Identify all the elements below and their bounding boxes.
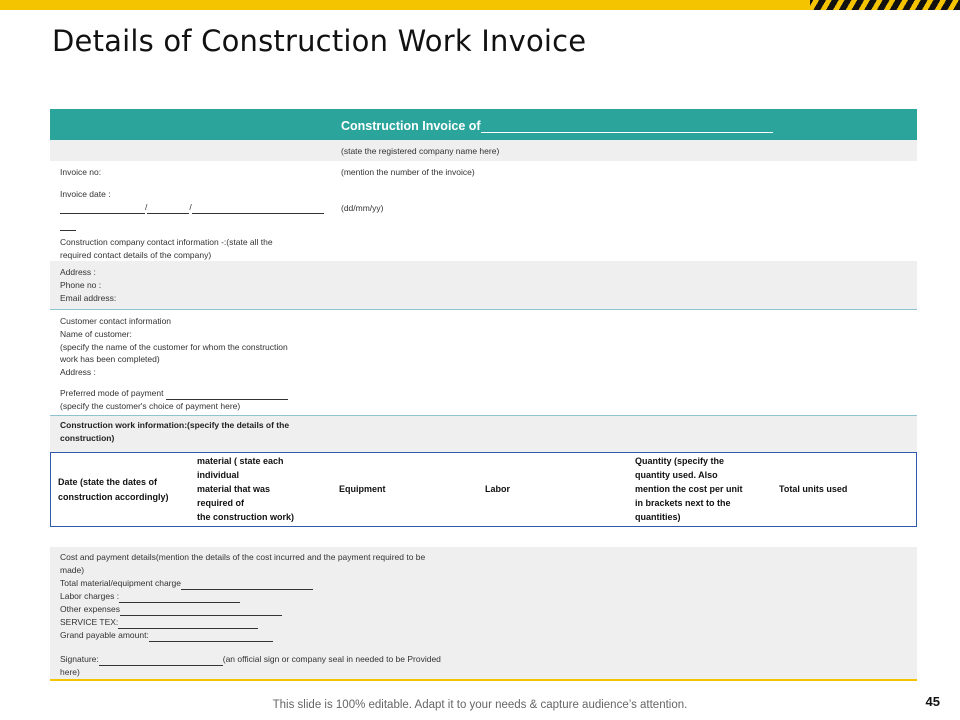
- labor-charges-row: Labor charges :: [60, 590, 241, 603]
- col-quantity-line5: quantities): [635, 512, 681, 522]
- col-material-line4: required of: [197, 498, 245, 508]
- signature-blank: [98, 656, 223, 666]
- date-day-blank: [60, 204, 145, 214]
- hazard-stripes-decoration: [810, 0, 960, 10]
- company-name-hint-row: (state the registered company name here): [50, 140, 917, 161]
- construction-work-table-header: Date (state the dates of construction ac…: [50, 452, 917, 527]
- material-charge-label: Total material/equipment charge: [60, 578, 181, 588]
- invoice-header-title: Construction Invoice of: [341, 119, 773, 133]
- service-tex-row: SERVICE TEX:: [60, 616, 259, 629]
- col-labor: Labor: [485, 484, 511, 494]
- page-title: Details of Construction Work Invoice: [52, 24, 587, 58]
- payment-mode-row: Preferred mode of payment: [60, 387, 288, 400]
- invoice-date-blank: / /: [60, 201, 324, 214]
- labor-charges-label: Labor charges :: [60, 591, 120, 601]
- construction-info-line1: Construction work information:(specify t…: [60, 420, 290, 430]
- col-material-line3: material that was: [197, 484, 271, 494]
- col-quantity-line1: Quantity (specify the: [635, 456, 725, 466]
- customer-contact-section: Customer contact information Name of cus…: [50, 309, 917, 416]
- invoice-header-label: Construction Invoice of: [341, 119, 481, 133]
- date-blank-continuation: [60, 218, 76, 231]
- address-label: Address :: [60, 267, 96, 277]
- col-total-units: Total units used: [779, 484, 848, 494]
- cost-payment-section: Cost and payment details(mention the det…: [50, 547, 917, 681]
- service-tex-blank: [118, 619, 259, 629]
- customer-address-label: Address :: [60, 367, 96, 377]
- col-material-line2: individual: [197, 470, 240, 480]
- invoice-header-bar: Construction Invoice of: [50, 109, 917, 140]
- payment-mode-label: Preferred mode of payment: [60, 388, 164, 398]
- date-blank-tail: [60, 221, 76, 231]
- material-charge-row: Total material/equipment charge: [60, 577, 313, 590]
- col-material-line1: material ( state each: [197, 456, 284, 466]
- grand-payable-blank: [148, 632, 273, 642]
- signature-row: Signature: (an official sign or company s…: [60, 653, 441, 666]
- service-tex-label: SERVICE TEX:: [60, 617, 119, 627]
- col-date-line2: construction accordingly): [58, 492, 169, 502]
- email-label: Email address:: [60, 293, 117, 303]
- col-date-line1: Date (state the dates of: [58, 477, 158, 487]
- invoice-form: Construction Invoice of (state the regis…: [50, 109, 917, 681]
- company-address-section: Address : Phone no : Email address:: [50, 261, 917, 309]
- grand-payable-row: Grand payable amount:: [60, 629, 273, 642]
- signature-hint-line2: here): [60, 667, 80, 677]
- construction-info-line2: construction): [60, 433, 115, 443]
- col-equipment: Equipment: [339, 484, 386, 494]
- company-name-hint: (state the registered company name here): [341, 146, 500, 156]
- customer-info-heading: Customer contact information: [60, 316, 172, 326]
- company-contact-line1: Construction company contact information…: [60, 237, 273, 247]
- signature-hint: (an official sign or company seal in nee…: [222, 654, 441, 664]
- signature-label: Signature:: [60, 654, 99, 664]
- col-quantity-line4: in brackets next to the: [635, 498, 731, 508]
- company-name-blank: [480, 121, 773, 133]
- labor-charges-blank: [119, 593, 241, 603]
- other-expenses-row: Other expenses: [60, 603, 283, 616]
- page-number: 45: [925, 694, 940, 709]
- invoice-no-hint: (mention the number of the invoice): [341, 167, 475, 177]
- footer-note: This slide is 100% editable. Adapt it to…: [272, 699, 688, 711]
- invoice-no-label: Invoice no:: [60, 167, 102, 177]
- phone-label: Phone no :: [60, 280, 102, 290]
- customer-name-label: Name of customer:: [60, 329, 132, 339]
- grand-payable-label: Grand payable amount:: [60, 630, 149, 640]
- cost-details-line1: Cost and payment details(mention the det…: [60, 552, 426, 562]
- col-material-line5: the construction work): [197, 512, 295, 522]
- invoice-details-section: Invoice no: (mention the number of the i…: [50, 161, 917, 261]
- other-expenses-label: Other expenses: [60, 604, 121, 614]
- material-charge-blank: [180, 580, 313, 590]
- cost-details-line2: made): [60, 565, 85, 575]
- customer-hint-line2: work has been completed): [60, 354, 160, 364]
- col-quantity-line2: quantity used. Also: [635, 470, 718, 480]
- payment-mode-blank: [165, 390, 288, 400]
- construction-info-section: Construction work information:(specify t…: [50, 416, 917, 452]
- date-month-blank: [147, 204, 190, 214]
- payment-mode-hint: (specify the customer's choice of paymen…: [60, 401, 241, 411]
- invoice-date-label: Invoice date :: [60, 189, 111, 199]
- other-expenses-blank: [120, 606, 283, 616]
- col-quantity-line3: mention the cost per unit: [635, 484, 743, 494]
- top-accent-bar: [0, 0, 960, 10]
- date-year-blank: [191, 204, 324, 214]
- date-format-hint: (dd/mm/yy): [341, 203, 384, 213]
